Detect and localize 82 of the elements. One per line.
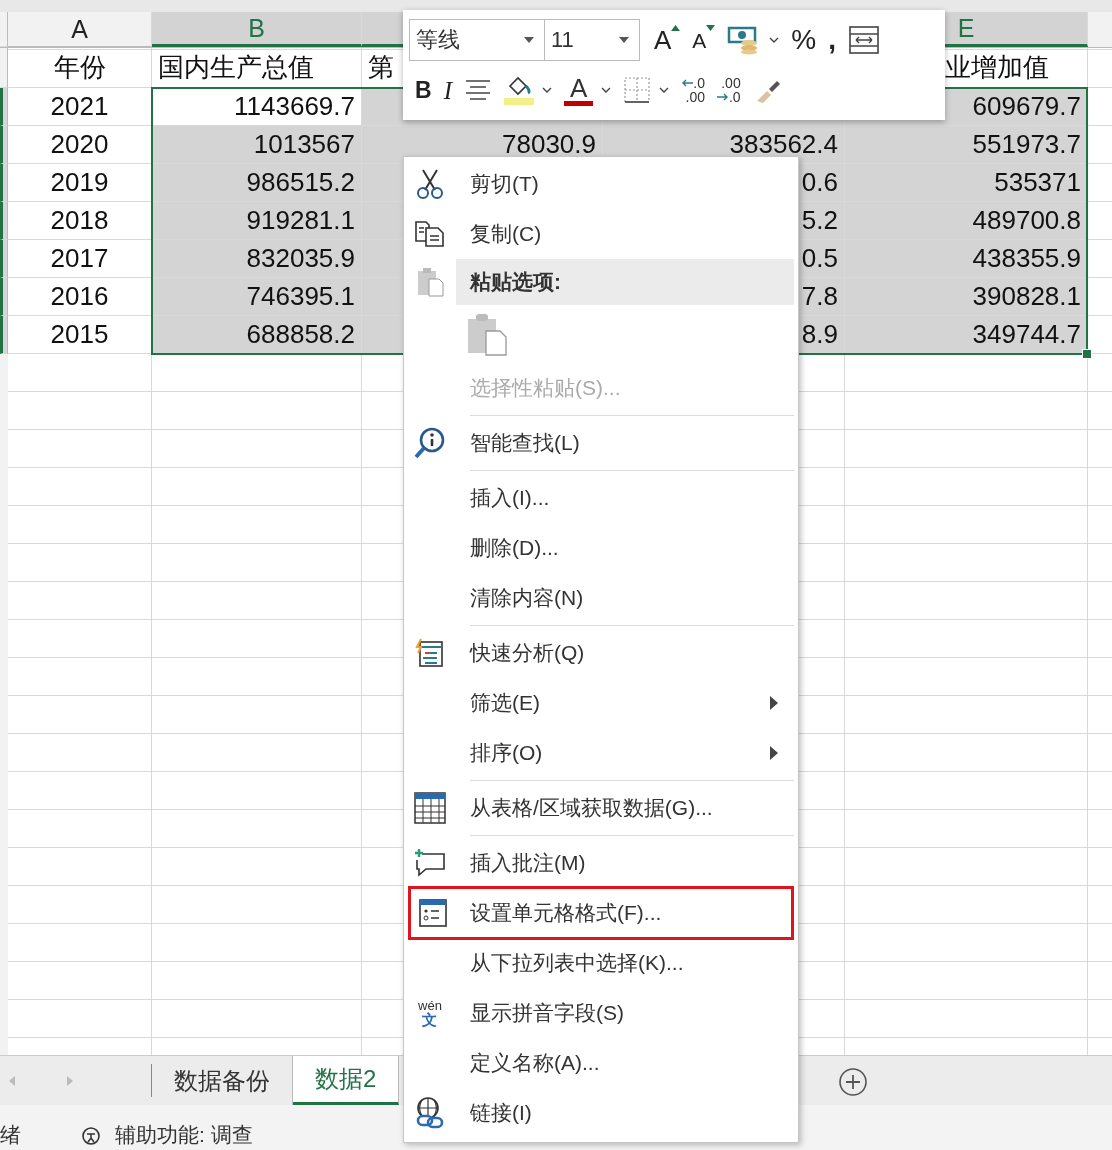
grow-font-button[interactable]: A xyxy=(648,19,687,61)
table-cell: 年份 xyxy=(8,48,152,88)
font-size-field[interactable]: 11 xyxy=(545,19,640,61)
comment-icon xyxy=(413,848,447,878)
table-cell: 2021 xyxy=(8,88,152,126)
table-cell: 986515.2 xyxy=(152,164,362,202)
table-icon xyxy=(413,791,447,825)
menu-item[interactable]: 设置单元格格式(F)... xyxy=(410,888,792,938)
up-triangle-icon xyxy=(671,25,681,31)
dropdown-icon xyxy=(619,37,629,43)
merge-cells-icon xyxy=(848,25,881,55)
dropdown-icon xyxy=(524,37,534,43)
status-text: 绪 xyxy=(0,1121,21,1148)
menu-item[interactable]: 排序(O) xyxy=(404,728,798,778)
menu-item[interactable]: 插入批注(M) xyxy=(404,838,798,888)
percent-button[interactable]: % xyxy=(785,19,823,61)
format-cells-icon xyxy=(417,897,449,929)
table-cell: 551973.7 xyxy=(845,126,1088,164)
fill-handle[interactable] xyxy=(1082,349,1092,359)
table-cell: 688858.2 xyxy=(152,316,362,354)
table-cell: 1013567 xyxy=(152,126,362,164)
menu-item[interactable]: 链接(I) xyxy=(404,1088,798,1138)
increase-decimal-button[interactable]: .0 .00 xyxy=(675,69,711,111)
table-cell: 489700.8 xyxy=(845,202,1088,240)
table-cell: 919281.1 xyxy=(152,202,362,240)
menu-item[interactable]: 删除(D)... xyxy=(404,523,798,573)
row-header[interactable] xyxy=(0,88,8,126)
quick-analysis-icon xyxy=(414,638,446,668)
sheet-tab[interactable]: 数据2 xyxy=(293,1056,400,1105)
globe-link-icon xyxy=(414,1096,446,1130)
caret-icon xyxy=(601,87,612,93)
table-cell: 2018 xyxy=(8,202,152,240)
table-cell: 国内生产总值 xyxy=(152,48,362,88)
menu-item[interactable]: 插入(I)... xyxy=(404,473,798,523)
borders-icon xyxy=(623,76,652,104)
clipboard-icon xyxy=(415,266,445,298)
shrink-font-button[interactable]: A xyxy=(686,19,722,61)
menu-item[interactable]: wén 文 显示拼音字段(S) xyxy=(404,988,798,1038)
table-cell: 349744.7 xyxy=(845,316,1088,354)
copy-icon xyxy=(414,220,446,248)
menu-item[interactable]: 筛选(E) xyxy=(404,678,798,728)
table-cell: 438355.9 xyxy=(845,240,1088,278)
column-header[interactable]: B xyxy=(152,12,362,47)
row-header[interactable] xyxy=(0,164,8,202)
table-cell: 746395.1 xyxy=(152,278,362,316)
font-name-field[interactable]: 等线 xyxy=(409,19,545,61)
menu-item[interactable]: 定义名称(A)... xyxy=(404,1038,798,1088)
table-cell: 390828.1 xyxy=(845,278,1088,316)
decrease-decimal-button[interactable]: .00 .0 xyxy=(711,69,747,111)
menu-item[interactable]: 智能查找(L) xyxy=(404,418,798,468)
caret-icon xyxy=(659,87,670,93)
menu-item[interactable]: 从表格/区域获取数据(G)... xyxy=(404,783,798,833)
scissors-icon xyxy=(415,168,445,200)
row-header[interactable] xyxy=(0,316,8,354)
table-cell: 2019 xyxy=(8,164,152,202)
row-header[interactable] xyxy=(0,126,8,164)
comma-button[interactable]: , xyxy=(822,19,843,61)
row-header[interactable] xyxy=(0,278,8,316)
caret-icon xyxy=(769,37,780,43)
table-cell: 2017 xyxy=(8,240,152,278)
table-cell: 832035.9 xyxy=(152,240,362,278)
menu-item[interactable]: 从下拉列表中选择(K)... xyxy=(404,938,798,988)
paste-icon[interactable] xyxy=(466,311,510,357)
table-cell: 2016 xyxy=(8,278,152,316)
phonetic-icon: wén 文 xyxy=(418,999,442,1027)
table-cell: 2020 xyxy=(8,126,152,164)
caret-icon xyxy=(541,87,552,93)
menu-item[interactable]: 快速分析(Q) xyxy=(404,628,798,678)
add-sheet-icon[interactable] xyxy=(838,1067,868,1097)
down-triangle-icon xyxy=(706,25,716,31)
menu-item[interactable]: 清除内容(N) xyxy=(404,573,798,623)
submenu-arrow-icon xyxy=(770,696,778,710)
accessibility-status[interactable]: 辅助功能: 调查 xyxy=(115,1120,253,1149)
submenu-arrow-icon xyxy=(770,746,778,760)
menu-section-label: 粘贴选项: xyxy=(456,259,794,305)
align-center-icon xyxy=(463,78,492,102)
row-header[interactable] xyxy=(0,202,8,240)
row-header[interactable] xyxy=(0,240,8,278)
right-arrow-icon xyxy=(717,93,729,101)
left-arrow-icon xyxy=(681,79,694,87)
table-cell: 535371 xyxy=(845,164,1088,202)
smart-lookup-icon xyxy=(413,426,447,460)
